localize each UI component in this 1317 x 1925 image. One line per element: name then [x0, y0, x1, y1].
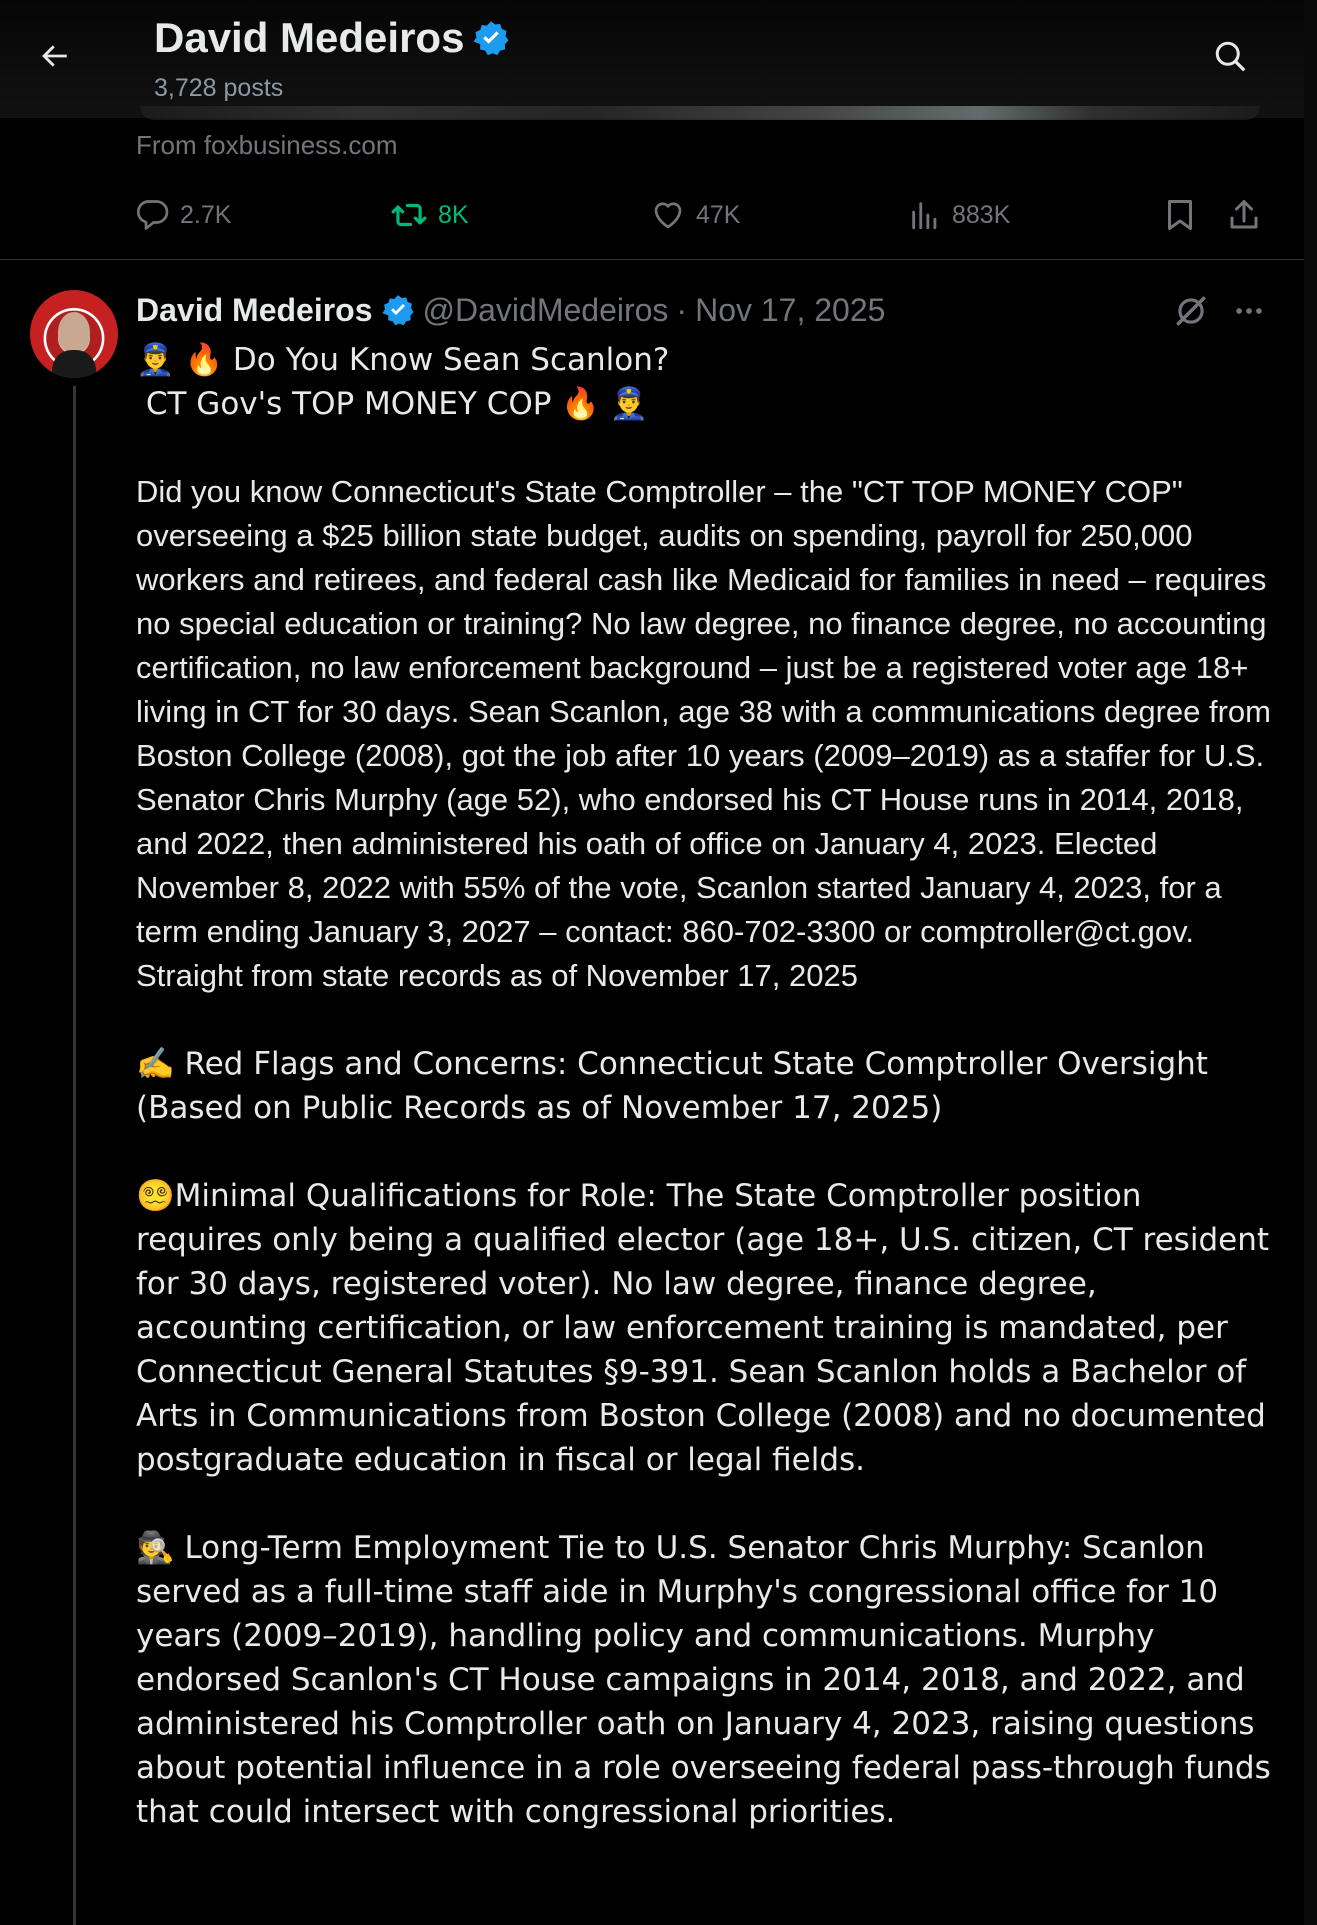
search-button[interactable] — [1202, 28, 1258, 84]
avatar[interactable] — [30, 290, 118, 378]
views-button[interactable]: 883K — [908, 190, 1010, 240]
search-icon — [1215, 41, 1246, 72]
thread-connector-line — [73, 386, 76, 1925]
views-chart-icon — [912, 202, 937, 230]
more-options-button[interactable] — [1224, 286, 1274, 336]
like-button[interactable]: 47K — [650, 190, 740, 240]
author-name[interactable]: David Medeiros — [136, 292, 373, 329]
post-divider — [0, 259, 1304, 260]
tweet-thread-page: David Medeiros 3,728 posts From foxbusin… — [0, 0, 1305, 1925]
header-name-text: David Medeiros — [154, 14, 465, 61]
like-count: 47K — [696, 200, 741, 229]
bookmark-icon — [1168, 200, 1192, 230]
repost-button[interactable]: 8K — [390, 190, 469, 240]
more-horizontal-icon — [1236, 308, 1262, 314]
post-text: 👮‍♂️ 🔥 Do You Know Sean Scanlon? CT Gov'… — [136, 338, 1276, 1834]
meta-separator: · — [676, 291, 688, 328]
link-source[interactable]: From foxbusiness.com — [136, 130, 398, 161]
view-count: 883K — [952, 200, 1011, 229]
repost-count: 8K — [438, 200, 469, 229]
reply-button[interactable]: 2.7K — [134, 190, 231, 240]
post-line-subheading: CT Gov's TOP MONEY COP 🔥 👮‍♂️ — [136, 386, 649, 422]
grok-icon — [1176, 296, 1206, 326]
reply-icon — [136, 200, 169, 230]
scrollbar[interactable] — [1304, 0, 1317, 1925]
post-line-heading: 👮‍♂️ 🔥 Do You Know Sean Scanlon? — [136, 342, 670, 378]
post-paragraph-red-flags: ✍️ Red Flags and Concerns: Connecticut S… — [136, 1046, 1218, 1126]
repost-icon — [391, 203, 427, 227]
share-button[interactable] — [1226, 190, 1262, 240]
post-paragraph-intro: Did you know Connecticut's State Comptro… — [136, 474, 1280, 993]
share-icon — [1230, 200, 1258, 229]
header-title: David Medeiros — [154, 14, 510, 62]
back-button[interactable] — [26, 28, 82, 84]
post-paragraph-qualifications: 😵‍💫Minimal Qualifications for Role: The … — [136, 1178, 1279, 1478]
heart-icon — [654, 202, 682, 229]
post-date[interactable]: Nov 17, 2025 — [695, 292, 885, 329]
bookmark-button[interactable] — [1162, 190, 1198, 240]
verified-badge-icon — [474, 21, 509, 56]
tweet-actions-bar: 2.7K 8K 47K 883K — [134, 190, 1274, 240]
post-paragraph-employment-tie: 🕵️ Long-Term Employment Tie to U.S. Sena… — [136, 1530, 1281, 1830]
author-handle[interactable]: @DavidMedeiros — [423, 292, 669, 329]
reply-count: 2.7K — [180, 200, 232, 229]
grok-button[interactable] — [1166, 286, 1216, 336]
posts-count: 3,728 posts — [154, 74, 284, 102]
verified-badge-icon — [381, 295, 414, 326]
post-header: David Medeiros @DavidMedeiros · Nov 17, … — [136, 286, 885, 334]
profile-header: David Medeiros 3,728 posts — [0, 0, 1304, 120]
arrow-left-icon — [42, 45, 67, 67]
media-preview-edge — [140, 106, 1260, 120]
